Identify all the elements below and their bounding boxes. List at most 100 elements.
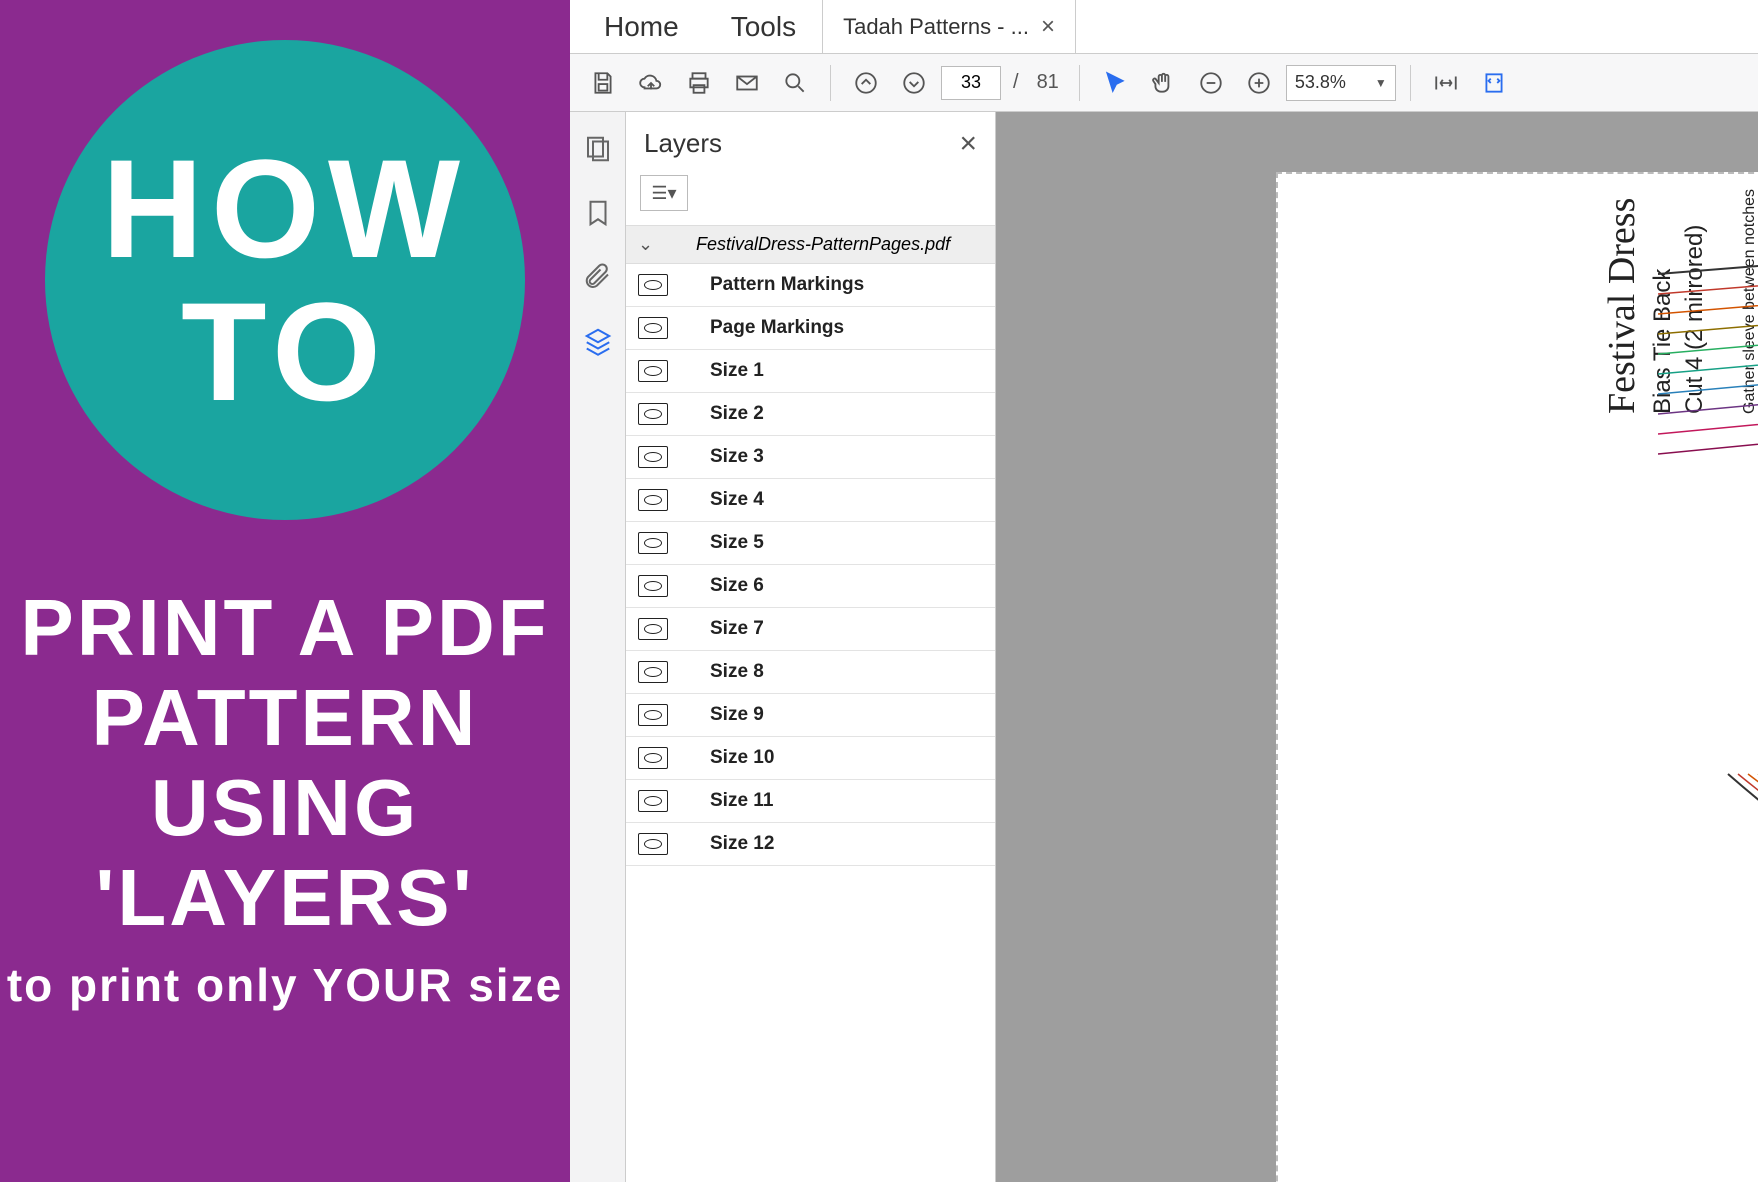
email-icon[interactable] — [726, 62, 768, 104]
layer-label: Size 11 — [682, 790, 773, 812]
promo-to: TO — [181, 285, 389, 418]
thumbnails-icon[interactable] — [583, 134, 613, 164]
layer-label: Size 8 — [682, 661, 764, 683]
promo-line4: 'LAYERS' — [0, 856, 570, 940]
pattern-title: Festival Dress — [1598, 189, 1647, 414]
layers-options-button[interactable]: ☰▾ — [640, 175, 688, 211]
toolbar-separator — [830, 65, 831, 101]
promo-line1: PRINT A PDF — [0, 586, 570, 670]
promo-line2: PATTERN — [0, 676, 570, 760]
nav-rail — [570, 112, 626, 1182]
layer-row[interactable]: Size 1 — [626, 350, 995, 393]
workarea: Layers × ☰▾ ⌄ FestivalDress-PatternPages… — [570, 112, 1758, 1182]
promo-sidebar: HOW TO PRINT A PDF PATTERN USING 'LAYERS… — [0, 0, 570, 1182]
select-tool-icon[interactable] — [1094, 62, 1136, 104]
layer-label: Page Markings — [682, 317, 844, 339]
pdf-page: Festival Dress Bias Tie Back Cut 4 (2 mi… — [1276, 172, 1758, 1182]
promo-body: PRINT A PDF PATTERN USING 'LAYERS' to pr… — [0, 580, 570, 1012]
document-canvas[interactable]: Festival Dress Bias Tie Back Cut 4 (2 mi… — [996, 112, 1758, 1182]
layers-filename: FestivalDress-PatternPages.pdf — [663, 234, 983, 255]
page-down-icon[interactable] — [893, 62, 935, 104]
promo-sub: to print only YOUR size — [0, 958, 570, 1012]
layer-label: Size 6 — [682, 575, 764, 597]
layer-row[interactable]: Size 11 — [626, 780, 995, 823]
layer-list: Pattern Markings Page Markings Size 1 Size … — [626, 264, 995, 1182]
layer-label: Size 3 — [682, 446, 764, 468]
search-icon[interactable] — [774, 62, 816, 104]
promo-line3: USING — [0, 766, 570, 850]
eye-icon[interactable] — [638, 618, 668, 640]
layer-row[interactable]: Pattern Markings — [626, 264, 995, 307]
eye-icon[interactable] — [638, 704, 668, 726]
layer-label: Size 4 — [682, 489, 764, 511]
eye-icon[interactable] — [638, 575, 668, 597]
layer-label: Size 12 — [682, 833, 774, 855]
eye-icon[interactable] — [638, 489, 668, 511]
pattern-curves — [1658, 234, 1758, 1139]
save-icon[interactable] — [582, 62, 624, 104]
page-up-icon[interactable] — [845, 62, 887, 104]
layer-row[interactable]: Size 10 — [626, 737, 995, 780]
layer-row[interactable]: Size 3 — [626, 436, 995, 479]
fit-page-icon[interactable] — [1473, 62, 1515, 104]
close-tab-icon[interactable]: × — [1041, 15, 1055, 39]
layer-label: Size 9 — [682, 704, 764, 726]
eye-icon[interactable] — [638, 446, 668, 468]
eye-icon[interactable] — [638, 274, 668, 296]
layer-row[interactable]: Size 5 — [626, 522, 995, 565]
bookmark-icon[interactable] — [583, 198, 613, 228]
main-toolbar: / 81 53.8% ▼ — [570, 54, 1758, 112]
promo-circle: HOW TO — [45, 40, 525, 520]
chevron-down-icon: ⌄ — [638, 234, 653, 255]
layer-label: Pattern Markings — [682, 274, 864, 296]
eye-icon[interactable] — [638, 661, 668, 683]
pdf-reader-window: Home Tools Tadah Patterns - ... × / 81 5… — [570, 0, 1758, 1182]
page-number-input[interactable] — [941, 66, 1001, 100]
layer-row[interactable]: Size 6 — [626, 565, 995, 608]
layer-label: Size 2 — [682, 403, 764, 425]
eye-icon[interactable] — [638, 790, 668, 812]
layer-label: Size 7 — [682, 618, 764, 640]
zoom-select[interactable]: 53.8% ▼ — [1286, 65, 1396, 101]
layer-row[interactable]: Size 4 — [626, 479, 995, 522]
layers-file-row[interactable]: ⌄ FestivalDress-PatternPages.pdf — [626, 225, 995, 264]
layer-label: Size 1 — [682, 360, 764, 382]
tab-document-label: Tadah Patterns - ... — [843, 14, 1029, 40]
zoom-value: 53.8% — [1295, 72, 1346, 93]
tab-home[interactable]: Home — [578, 0, 705, 53]
toolbar-separator — [1410, 65, 1411, 101]
app-tabbar: Home Tools Tadah Patterns - ... × — [570, 0, 1758, 54]
hand-tool-icon[interactable] — [1142, 62, 1184, 104]
eye-icon[interactable] — [638, 317, 668, 339]
eye-icon[interactable] — [638, 403, 668, 425]
chevron-down-icon: ▼ — [1375, 76, 1387, 90]
toolbar-separator — [1079, 65, 1080, 101]
fit-width-icon[interactable] — [1425, 62, 1467, 104]
page-sep: / — [1007, 71, 1025, 94]
zoom-out-icon[interactable] — [1190, 62, 1232, 104]
eye-icon[interactable] — [638, 360, 668, 382]
page-total: 81 — [1031, 71, 1065, 94]
layer-row[interactable]: Page Markings — [626, 307, 995, 350]
layer-row[interactable]: Size 9 — [626, 694, 995, 737]
close-panel-icon[interactable]: × — [959, 129, 977, 159]
layer-label: Size 10 — [682, 747, 774, 769]
layer-row[interactable]: Size 7 — [626, 608, 995, 651]
layers-icon[interactable] — [583, 326, 613, 356]
layer-label: Size 5 — [682, 532, 764, 554]
eye-icon[interactable] — [638, 532, 668, 554]
tab-document[interactable]: Tadah Patterns - ... × — [822, 0, 1076, 53]
print-icon[interactable] — [678, 62, 720, 104]
layers-panel: Layers × ☰▾ ⌄ FestivalDress-PatternPages… — [626, 112, 996, 1182]
attachment-icon[interactable] — [583, 262, 613, 292]
tab-tools[interactable]: Tools — [705, 0, 822, 53]
cloud-upload-icon[interactable] — [630, 62, 672, 104]
layer-row[interactable]: Size 2 — [626, 393, 995, 436]
layer-row[interactable]: Size 12 — [626, 823, 995, 866]
layer-row[interactable]: Size 8 — [626, 651, 995, 694]
eye-icon[interactable] — [638, 747, 668, 769]
layers-panel-title: Layers — [644, 128, 722, 159]
eye-icon[interactable] — [638, 833, 668, 855]
promo-how: HOW — [102, 142, 468, 275]
zoom-in-icon[interactable] — [1238, 62, 1280, 104]
